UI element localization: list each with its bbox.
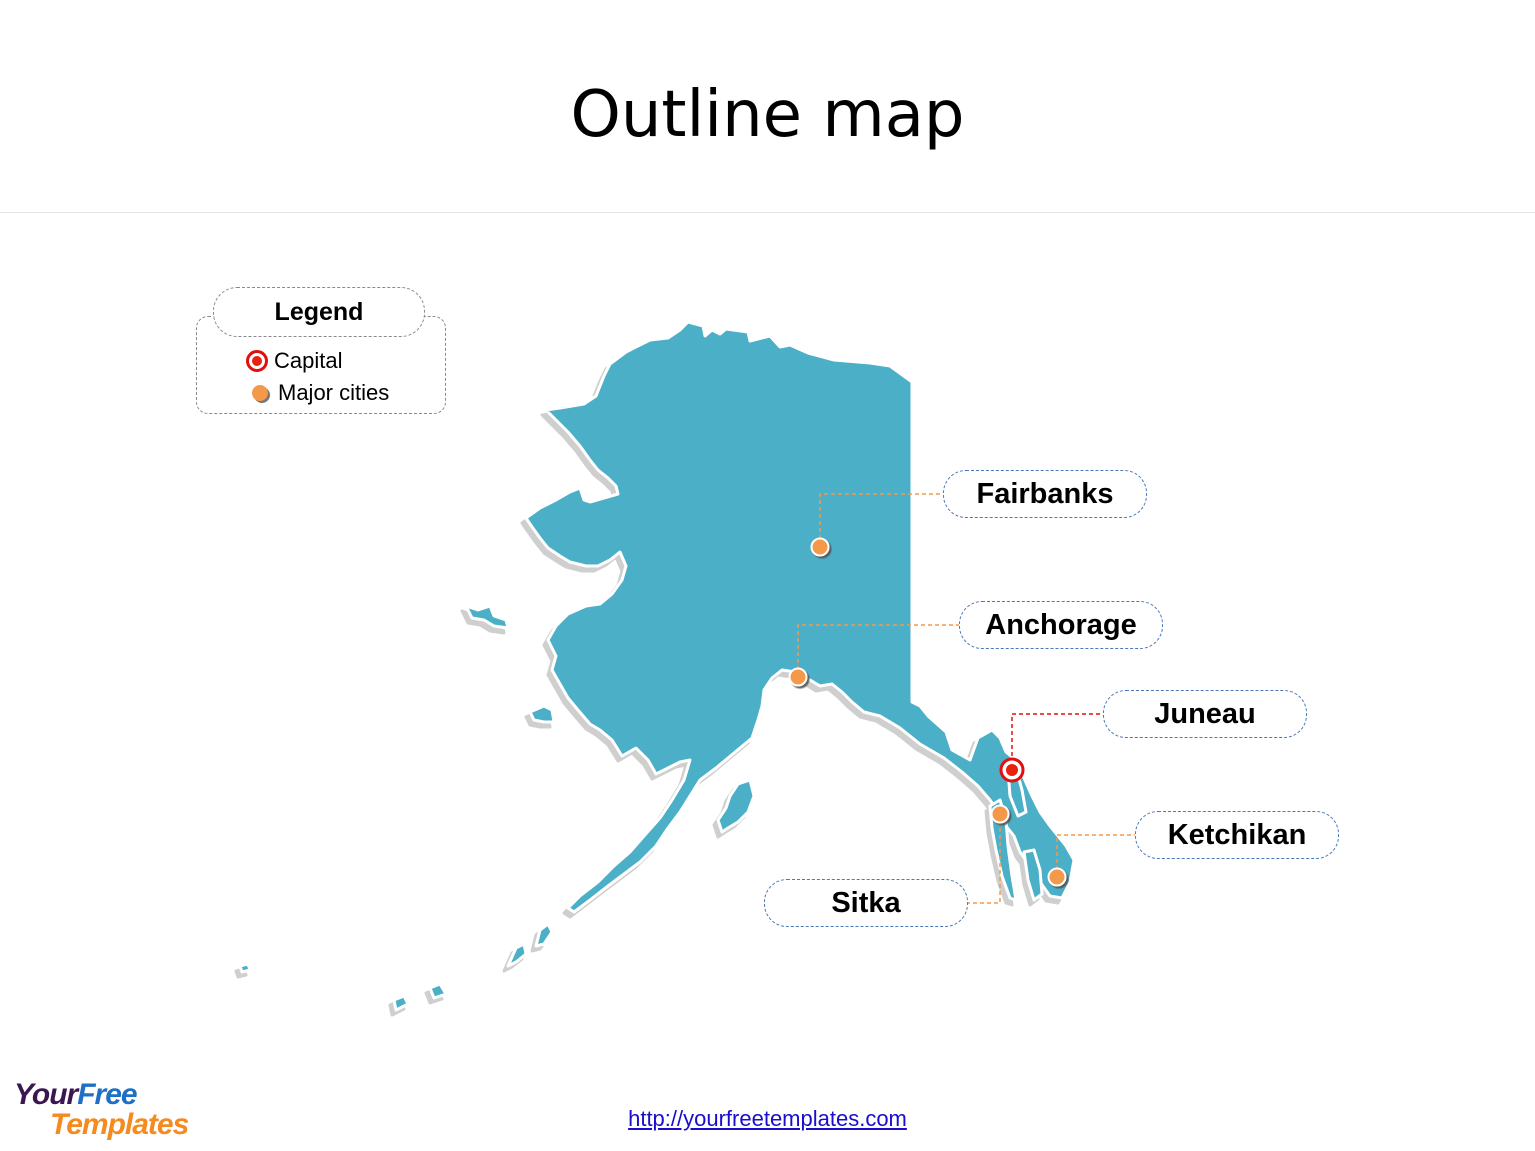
aleutian-island-2 [506, 942, 528, 968]
legend-heading: Legend [213, 287, 425, 337]
city-label-juneau: Juneau [1103, 690, 1307, 738]
city-label-anchorage: Anchorage [959, 601, 1163, 649]
kodiak-island [716, 778, 756, 834]
aleutian-island-1 [534, 922, 554, 948]
sitka-marker [990, 804, 1010, 824]
website-link[interactable]: http://yourfreetemplates.com [628, 1106, 907, 1131]
aleutian-island-3 [428, 982, 448, 1000]
city-marker-icon [252, 385, 268, 401]
st-lawrence-island [464, 604, 510, 630]
capital-marker-icon [246, 350, 268, 372]
aleutian-island-4 [392, 994, 410, 1012]
city-label-fairbanks: Fairbanks [943, 470, 1147, 518]
legend-label: Major cities [278, 380, 390, 405]
ketchikan-marker [1047, 867, 1067, 887]
nunivak-island [528, 704, 556, 724]
city-label-sitka: Sitka [764, 879, 968, 927]
juneau-capital-dot [1006, 764, 1018, 776]
anchorage-marker [788, 667, 808, 687]
legend-label: Capital [274, 348, 343, 373]
legend-item-major-cities: Major cities [246, 380, 389, 406]
aleutian-island-5 [238, 962, 252, 974]
juneau-leader-line [1011, 713, 1104, 770]
footer-link-container: http://yourfreetemplates.com [0, 1106, 1535, 1132]
fairbanks-marker [810, 537, 830, 557]
legend-item-capital: Capital [246, 348, 342, 374]
alaska-map [238, 320, 1136, 1012]
city-label-ketchikan: Ketchikan [1135, 811, 1339, 859]
